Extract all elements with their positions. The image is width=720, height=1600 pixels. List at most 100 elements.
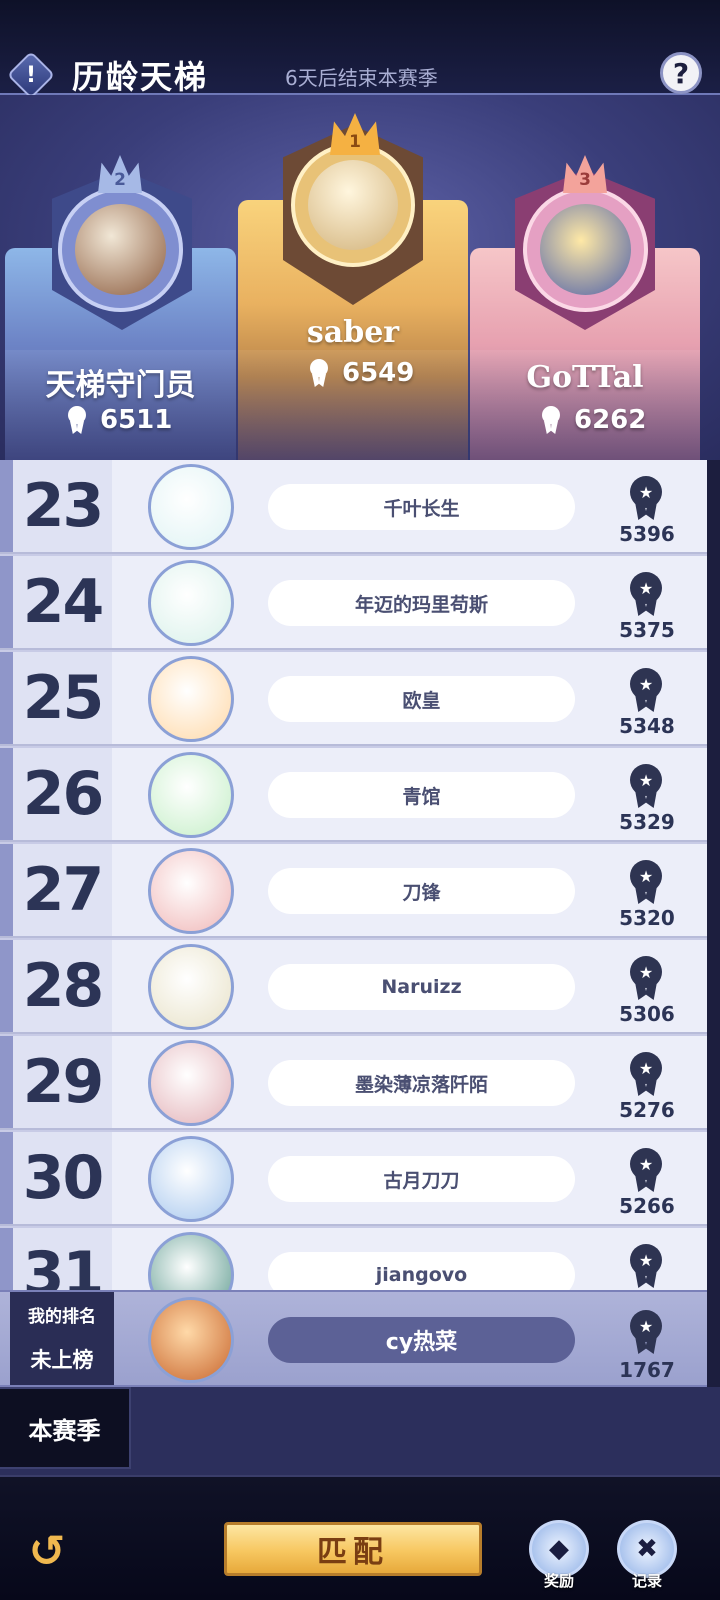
rank-number: 30 xyxy=(13,1132,112,1224)
player-avatar[interactable] xyxy=(148,944,234,1030)
avatar-first[interactable] xyxy=(291,143,415,267)
page-title: 历龄天梯 xyxy=(72,58,209,96)
podium-score-second: 6511 xyxy=(66,405,172,435)
player-avatar[interactable] xyxy=(148,752,234,838)
player-name: 刀锋 xyxy=(268,868,575,914)
ranking-row[interactable]: 28 Naruizz ★ 5306 xyxy=(0,940,707,1034)
back-button[interactable]: ↺ xyxy=(18,1522,76,1580)
player-name: jiangovo xyxy=(268,1252,575,1290)
my-rank-label-box: 我的排名 未上榜 xyxy=(10,1292,114,1385)
rank-number: 28 xyxy=(13,940,112,1032)
info-button[interactable]: ! xyxy=(6,50,56,100)
medal-icon: ★ xyxy=(630,1052,662,1096)
medal-icon: ★ xyxy=(630,476,662,520)
avatar-third[interactable] xyxy=(523,187,648,312)
podium-name-third: GoTTal xyxy=(526,360,644,395)
ranking-row[interactable]: 26 青馆 ★ 5329 xyxy=(0,748,707,842)
player-score: 5320 xyxy=(619,906,675,930)
player-score: 5306 xyxy=(619,1002,675,1026)
medal-icon: ★ xyxy=(630,1148,662,1192)
podium: 2 1 3 天梯守门员 6511 saber 6549 GoTTal 6262 xyxy=(0,95,720,460)
player-name: 欧皇 xyxy=(268,676,575,722)
row-accent-strip xyxy=(0,460,13,552)
diamond-icon: ◆ xyxy=(549,1534,569,1564)
ranking-row[interactable]: 24 年迈的玛里苟斯 ★ 5375 xyxy=(0,556,707,650)
record-calendar-icon: ✖ xyxy=(636,1534,658,1564)
player-avatar[interactable] xyxy=(148,464,234,550)
my-score: 1767 xyxy=(619,1358,675,1382)
podium-score-value: 6511 xyxy=(100,405,173,435)
player-score: 5348 xyxy=(619,714,675,738)
player-name: 青馆 xyxy=(268,772,575,818)
match-button[interactable]: 匹配 xyxy=(224,1522,482,1576)
medal-icon: ★ xyxy=(630,1310,662,1354)
avatar-second[interactable] xyxy=(58,187,183,312)
player-name: 古月刀刀 xyxy=(268,1156,575,1202)
season-countdown: 6天后结束本赛季 xyxy=(285,66,438,90)
rank-number: 23 xyxy=(13,460,112,552)
rank-number: 31 xyxy=(13,1228,112,1290)
ranking-row[interactable]: 23 千叶长生 ★ 5396 xyxy=(0,460,707,554)
player-avatar[interactable] xyxy=(148,1040,234,1126)
row-accent-strip xyxy=(0,1228,13,1290)
rank-number: 24 xyxy=(13,556,112,648)
row-accent-strip xyxy=(0,1036,13,1128)
player-score: 5266 xyxy=(619,1194,675,1218)
row-accent-strip xyxy=(0,1132,13,1224)
row-accent-strip xyxy=(0,844,13,936)
player-avatar[interactable] xyxy=(148,560,234,646)
medal-icon xyxy=(66,406,88,434)
my-rank-status: 未上榜 xyxy=(30,1348,94,1372)
podium-score-value: 6549 xyxy=(342,358,415,388)
row-accent-strip xyxy=(0,748,13,840)
player-name: 墨染薄凉落阡陌 xyxy=(268,1060,575,1106)
crown-badge-second: 2 xyxy=(98,155,142,193)
crown-badge-third: 3 xyxy=(563,155,607,193)
ranking-row[interactable]: 29 墨染薄凉落阡陌 ★ 5276 xyxy=(0,1036,707,1130)
player-score: 5396 xyxy=(619,522,675,546)
player-name: Naruizz xyxy=(268,964,575,1010)
my-avatar[interactable] xyxy=(148,1297,234,1383)
help-button[interactable]: ? xyxy=(660,52,702,94)
player-score: 5329 xyxy=(619,810,675,834)
player-score: 5276 xyxy=(619,1098,675,1122)
player-avatar[interactable] xyxy=(148,848,234,934)
medal-icon xyxy=(540,406,562,434)
podium-name-second: 天梯守门员 xyxy=(45,368,196,403)
player-name: 年迈的玛里苟斯 xyxy=(268,580,575,626)
ranking-row[interactable]: 30 古月刀刀 ★ 5266 xyxy=(0,1132,707,1226)
medal-icon: ★ xyxy=(630,860,662,904)
medal-icon: ★ xyxy=(630,764,662,808)
my-rank-label: 我的排名 xyxy=(28,1307,96,1327)
player-avatar[interactable] xyxy=(148,656,234,742)
back-arrow-icon: ↺ xyxy=(28,1525,66,1577)
rank-number: 25 xyxy=(13,652,112,744)
reward-label: 奖励 xyxy=(543,1572,574,1590)
podium-name-first: saber xyxy=(306,315,400,350)
player-avatar[interactable] xyxy=(148,1232,234,1290)
player-score: 5375 xyxy=(619,618,675,642)
player-avatar[interactable] xyxy=(148,1136,234,1222)
medal-icon: ★ xyxy=(630,668,662,712)
medal-icon: ★ xyxy=(630,1244,662,1288)
record-label: 记录 xyxy=(631,1572,662,1590)
medal-icon: ★ xyxy=(630,572,662,616)
my-name: cy热菜 xyxy=(268,1317,575,1363)
podium-score-third: 6262 xyxy=(540,405,646,435)
player-name: 千叶长生 xyxy=(268,484,575,530)
header-bar: ! 历龄天梯 6天后结束本赛季 ? xyxy=(0,0,720,100)
row-accent-strip xyxy=(0,652,13,744)
tab-current-season[interactable]: 本赛季 xyxy=(0,1387,131,1469)
podium-score-first: 6549 xyxy=(308,358,414,388)
ranking-row[interactable]: 27 刀锋 ★ 5320 xyxy=(0,844,707,938)
help-icon: ? xyxy=(672,56,690,90)
ranking-row[interactable]: 31 jiangovo ★ xyxy=(0,1228,707,1290)
medal-icon xyxy=(308,359,330,387)
my-rank-row: 我的排名 未上榜 cy热菜 ★ 1767 xyxy=(0,1290,707,1387)
ranking-row[interactable]: 25 欧皇 ★ 5348 xyxy=(0,652,707,746)
ranking-list[interactable]: 23 千叶长生 ★ 5396 24 年迈的玛里苟斯 ★ 5375 25 欧皇 ★ 5348 26 青馆 ★ 5… xyxy=(0,460,707,1290)
rank-number: 27 xyxy=(13,844,112,936)
crown-badge-first: 1 xyxy=(330,113,380,155)
rank-number: 26 xyxy=(13,748,112,840)
info-icon: ! xyxy=(25,62,37,88)
